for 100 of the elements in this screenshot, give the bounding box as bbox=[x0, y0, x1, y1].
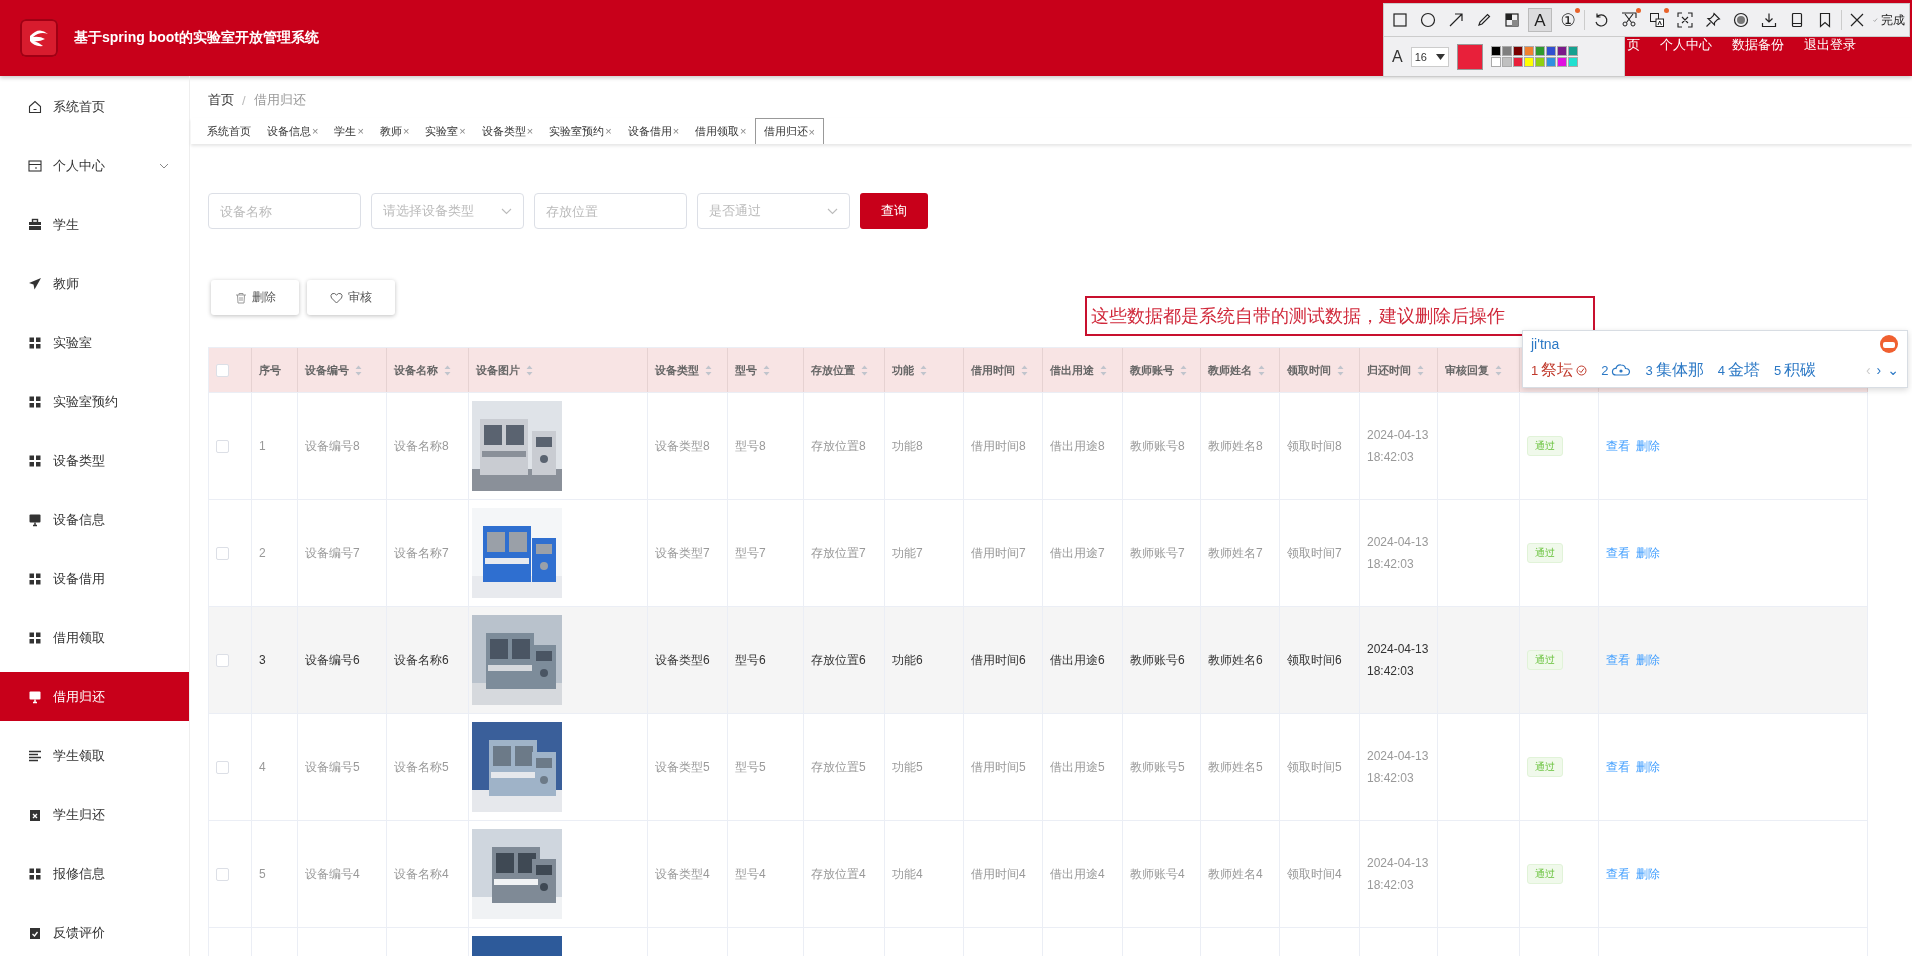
tab[interactable]: 教师× bbox=[371, 118, 418, 144]
column-header[interactable]: 设备名称 bbox=[387, 348, 469, 392]
review-button[interactable]: 审核 bbox=[307, 280, 395, 315]
sidebar-item[interactable]: 实验室 bbox=[0, 318, 189, 367]
nav-link[interactable]: 页 bbox=[1627, 36, 1640, 54]
nav-link[interactable]: 个人中心 bbox=[1660, 36, 1712, 54]
checkbox[interactable] bbox=[216, 439, 229, 453]
row-action-link[interactable]: 删除 bbox=[1636, 756, 1660, 778]
current-color-swatch[interactable] bbox=[1456, 43, 1483, 70]
color-swatch[interactable] bbox=[1523, 46, 1534, 56]
row-action-link[interactable]: 查看 bbox=[1606, 863, 1630, 885]
row-action-link[interactable]: 删除 bbox=[1636, 649, 1660, 671]
row-action-link[interactable]: 删除 bbox=[1636, 435, 1660, 457]
color-swatch[interactable] bbox=[1556, 46, 1567, 56]
column-header[interactable]: 功能 bbox=[885, 348, 964, 392]
sidebar-item[interactable]: 借用领取 bbox=[0, 613, 189, 662]
column-header[interactable]: 型号 bbox=[728, 348, 804, 392]
close-icon[interactable]: × bbox=[312, 125, 319, 137]
color-swatch[interactable] bbox=[1490, 57, 1501, 67]
column-header[interactable]: 借用时间 bbox=[964, 348, 1043, 392]
ime-nav[interactable]: › bbox=[1876, 362, 1882, 378]
nav-link[interactable]: 数据备份 bbox=[1732, 36, 1784, 54]
color-swatch[interactable] bbox=[1501, 46, 1512, 56]
color-swatch[interactable] bbox=[1567, 46, 1578, 56]
column-header[interactable]: 序号 bbox=[252, 348, 298, 392]
sidebar-item[interactable]: 学生 bbox=[0, 200, 189, 249]
text-tool[interactable]: A bbox=[1528, 8, 1552, 32]
column-header[interactable]: 教师姓名 bbox=[1201, 348, 1280, 392]
tab[interactable]: 借用归还× bbox=[754, 118, 824, 144]
sidebar-item[interactable]: 教师 bbox=[0, 259, 189, 308]
checkbox[interactable] bbox=[216, 546, 229, 560]
color-swatch[interactable] bbox=[1501, 57, 1512, 67]
close-icon[interactable]: × bbox=[605, 125, 612, 137]
sidebar-item[interactable]: 设备类型 bbox=[0, 436, 189, 485]
column-header[interactable]: 设备编号 bbox=[298, 348, 387, 392]
table-row[interactable]: 3 设备编号6 设备名称6 设备类型6 型号6 存放位置6 功能6 借用时间6 借出用途6 教师账号6 教师姓名6 领取时间6 2024-04-13 18:42:03 通过 查看 删除 bbox=[209, 607, 1868, 714]
column-header[interactable]: 审核回复 bbox=[1438, 348, 1520, 392]
row-action-link[interactable]: 查看 bbox=[1606, 542, 1630, 564]
column-header[interactable]: 存放位置 bbox=[804, 348, 885, 392]
done-tool[interactable]: 完成 bbox=[1873, 8, 1905, 32]
nav-link[interactable]: 退出登录 bbox=[1804, 36, 1856, 54]
column-header[interactable]: 教师账号 bbox=[1123, 348, 1201, 392]
sidebar-item[interactable]: 个人中心 bbox=[0, 141, 189, 190]
color-swatch[interactable] bbox=[1523, 57, 1534, 67]
sidebar-item[interactable]: 反馈评价 bbox=[0, 908, 189, 956]
ime-candidate[interactable]: 4 金塔 bbox=[1717, 359, 1760, 381]
tab[interactable]: 设备借用× bbox=[619, 118, 688, 144]
sidebar-item[interactable]: 设备信息 bbox=[0, 495, 189, 544]
row-action-link[interactable]: 删除 bbox=[1636, 863, 1660, 885]
sidebar-item[interactable]: 实验室预约 bbox=[0, 377, 189, 426]
checkbox[interactable] bbox=[216, 867, 229, 881]
ime-candidate[interactable]: 2 bbox=[1601, 362, 1632, 378]
row-action-link[interactable]: 查看 bbox=[1606, 435, 1630, 457]
color-swatch[interactable] bbox=[1490, 46, 1501, 56]
annotation-textbox[interactable]: 这些数据都是系统自带的测试数据，建议删除后操作 bbox=[1085, 296, 1595, 336]
column-header[interactable]: 归还时间 bbox=[1360, 348, 1438, 392]
tab[interactable]: 设备类型× bbox=[473, 118, 542, 144]
table-row[interactable]: 5 设备编号4 设备名称4 设备类型4 型号4 存放位置4 功能4 借用时间4 借出用途4 教师账号4 教师姓名4 领取时间4 2024-04-13 18:42:03 通过 查看 删除 bbox=[209, 821, 1868, 928]
tab[interactable]: 设备信息× bbox=[259, 118, 327, 144]
row-action-link[interactable]: 查看 bbox=[1606, 649, 1630, 671]
close-icon[interactable]: × bbox=[672, 125, 680, 137]
sidebar-item[interactable]: 学生归还 bbox=[0, 790, 189, 839]
tab[interactable]: 借用领取× bbox=[687, 118, 755, 144]
color-swatch[interactable] bbox=[1512, 46, 1523, 56]
column-header[interactable]: 借出用途 bbox=[1043, 348, 1123, 392]
breadcrumb-item[interactable]: 首页 bbox=[208, 91, 234, 109]
sidebar-item[interactable]: 系统首页 bbox=[0, 82, 189, 131]
close-icon[interactable]: × bbox=[459, 125, 466, 137]
table-row[interactable]: 4 设备编号5 设备名称5 设备类型5 型号5 存放位置5 功能5 借用时间5 借出用途5 教师账号5 教师姓名5 领取时间5 2024-04-13 18:42:03 通过 查看 删除 bbox=[209, 714, 1868, 821]
ime-nav[interactable]: ⌄ bbox=[1887, 362, 1899, 378]
checkbox[interactable] bbox=[216, 653, 229, 667]
sidebar-item[interactable]: 报修信息 bbox=[0, 849, 189, 898]
table-row[interactable]: 1 设备编号8 设备名称8 设备类型8 型号8 存放位置8 功能8 借用时间8 借出用途8 教师账号8 教师姓名8 领取时间8 2024-04-13 18:42:03 通过 查看 删除 bbox=[209, 393, 1868, 500]
color-swatch[interactable] bbox=[1567, 57, 1578, 67]
close-icon[interactable]: × bbox=[808, 125, 815, 138]
sidebar-item[interactable]: 借用归还 bbox=[0, 672, 189, 721]
close-icon[interactable]: × bbox=[402, 125, 410, 137]
close-icon[interactable]: × bbox=[740, 125, 747, 137]
tab[interactable]: 学生× bbox=[326, 118, 372, 144]
font-size-dropdown[interactable]: 16 bbox=[1410, 46, 1449, 67]
tab[interactable]: 系统首页 bbox=[199, 118, 259, 144]
column-header[interactable]: 领取时间 bbox=[1280, 348, 1360, 392]
sidebar-item[interactable]: 设备借用 bbox=[0, 554, 189, 603]
ime-candidate[interactable]: 3 集体那 bbox=[1645, 359, 1704, 381]
row-action-link[interactable]: 删除 bbox=[1636, 542, 1660, 564]
color-swatch[interactable] bbox=[1534, 57, 1545, 67]
column-header[interactable]: 设备图片 bbox=[469, 348, 648, 392]
close-icon[interactable]: × bbox=[357, 125, 364, 137]
tab[interactable]: 实验室× bbox=[417, 118, 474, 144]
checkbox[interactable] bbox=[216, 363, 229, 377]
ime-candidate[interactable]: 1 祭坛 bbox=[1531, 359, 1588, 381]
close-icon[interactable]: × bbox=[526, 125, 534, 137]
delete-button[interactable]: 删除 bbox=[211, 280, 299, 315]
column-header[interactable]: 设备类型 bbox=[648, 348, 728, 392]
ime-candidate[interactable]: 5 积碳 bbox=[1773, 359, 1817, 381]
search-button[interactable]: 查询 bbox=[860, 193, 928, 229]
row-action-link[interactable]: 查看 bbox=[1606, 756, 1630, 778]
input-field[interactable]: 设备名称 bbox=[208, 193, 361, 229]
color-swatch[interactable] bbox=[1556, 57, 1567, 67]
checkbox[interactable] bbox=[216, 760, 229, 774]
